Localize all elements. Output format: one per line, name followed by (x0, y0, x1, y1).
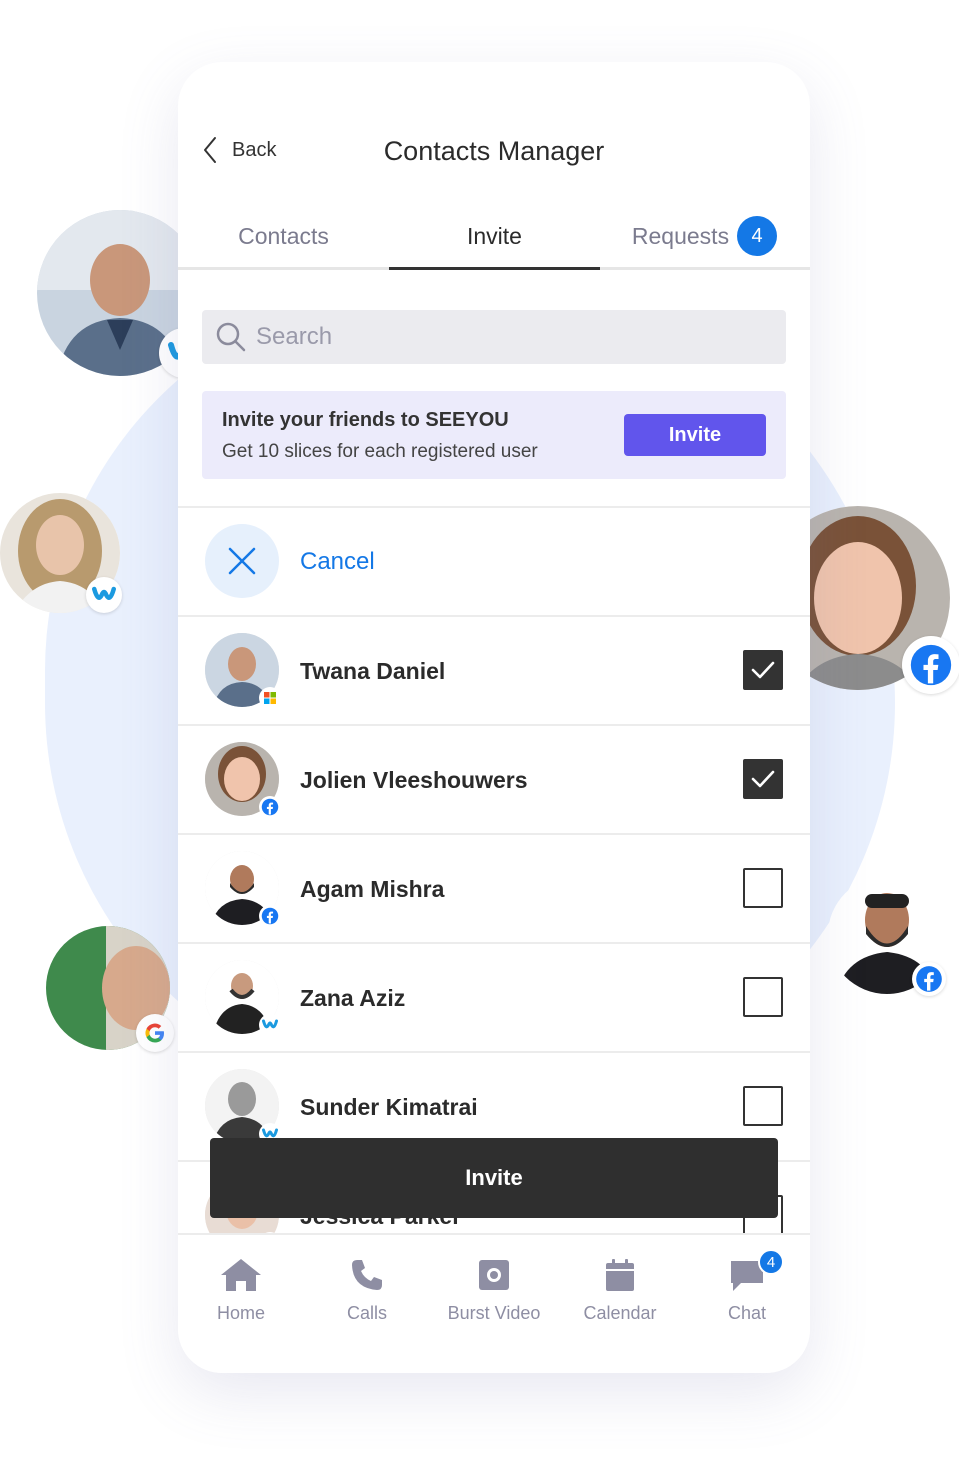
nav-label: Calendar (583, 1303, 657, 1323)
tab-requests[interactable]: Requests 4 (599, 202, 810, 270)
tab-label: Requests (631, 222, 730, 249)
microsoft-icon (259, 687, 281, 709)
contact-checkbox[interactable] (743, 977, 783, 1017)
avatar (205, 851, 281, 927)
contact-checkbox[interactable] (743, 1086, 783, 1126)
home-icon (221, 1259, 261, 1291)
phone-frame: Back Contacts Manager Contacts Invite Re… (178, 62, 810, 1373)
camera-icon (479, 1260, 509, 1290)
bottom-nav: Home Calls Burst Video Calendar 4 Chat (178, 1233, 810, 1373)
contact-name: Jolien Vleeshouwers (300, 767, 528, 793)
floating-avatar-man-green (46, 926, 174, 1052)
facebook-icon (259, 796, 281, 818)
contact-checkbox[interactable] (743, 759, 783, 799)
cancel-button[interactable] (205, 524, 279, 598)
facebook-icon (912, 962, 946, 996)
contact-checkbox[interactable] (743, 868, 783, 908)
nav-calendar[interactable]: Calendar (557, 1257, 683, 1324)
avatar (205, 960, 281, 1036)
page-title: Contacts Manager (383, 136, 605, 166)
contact-row[interactable]: Twana Daniel (178, 617, 810, 726)
header: Back Contacts Manager (178, 62, 810, 202)
nav-chat[interactable]: 4 Chat (684, 1249, 810, 1324)
nav-label: Calls (346, 1303, 387, 1323)
nav-label: Home (216, 1303, 265, 1323)
calendar-icon (606, 1259, 634, 1291)
nav-home[interactable]: Home (178, 1257, 304, 1324)
avatar (205, 1069, 281, 1145)
contact-list: Cancel Twana Daniel Jolien Vleeshouwers (178, 506, 810, 1233)
tab-label: Invite (467, 222, 522, 249)
facebook-icon (259, 905, 281, 927)
check-icon (751, 661, 775, 679)
search-input[interactable] (256, 323, 756, 351)
search-icon (216, 322, 246, 352)
tab-invite[interactable]: Invite (389, 202, 600, 270)
promo-subtitle: Get 10 slices for each registered user (222, 441, 538, 462)
webex-icon (259, 1014, 281, 1036)
active-tab-indicator (389, 267, 600, 270)
nav-calls[interactable]: Calls (304, 1257, 430, 1324)
contact-name: Zana Aziz (300, 985, 406, 1011)
avatar (205, 633, 281, 709)
cancel-label[interactable]: Cancel (300, 508, 375, 616)
invite-promo-banner: Invite your friends to SEEYOU Get 10 sli… (202, 391, 786, 479)
tab-contacts[interactable]: Contacts (178, 202, 389, 270)
contact-name: Agam Mishra (300, 876, 445, 902)
contact-checkbox[interactable] (743, 650, 783, 690)
requests-count-badge: 4 (737, 216, 778, 256)
nav-label: Burst Video (447, 1303, 541, 1323)
promo-title: Invite your friends to SEEYOU (222, 409, 509, 431)
contact-row[interactable]: Zana Aziz (178, 944, 810, 1053)
floating-avatar-woman-blonde (0, 493, 122, 613)
google-icon (136, 1014, 174, 1052)
chat-count-badge: 4 (758, 1249, 784, 1275)
floating-avatar-man-bearded (828, 876, 946, 996)
nav-burst-video[interactable]: Burst Video (431, 1257, 557, 1324)
cancel-row[interactable]: Cancel (178, 508, 810, 617)
contact-row[interactable]: Jolien Vleeshouwers (178, 726, 810, 835)
contact-name: Twana Daniel (300, 658, 446, 684)
tab-label: Contacts (238, 222, 329, 249)
avatar (205, 742, 281, 818)
tab-bar: Contacts Invite Requests 4 (178, 202, 810, 270)
nav-label: Chat (727, 1303, 767, 1323)
promo-invite-button[interactable]: Invite (624, 414, 766, 456)
invite-button[interactable]: Invite (210, 1138, 778, 1218)
check-icon (751, 770, 775, 788)
search-bar[interactable] (202, 310, 786, 364)
webex-icon (86, 577, 122, 613)
facebook-icon (902, 636, 959, 694)
phone-icon (352, 1260, 382, 1290)
close-icon (228, 547, 256, 575)
contact-row[interactable]: Agam Mishra (178, 835, 810, 944)
